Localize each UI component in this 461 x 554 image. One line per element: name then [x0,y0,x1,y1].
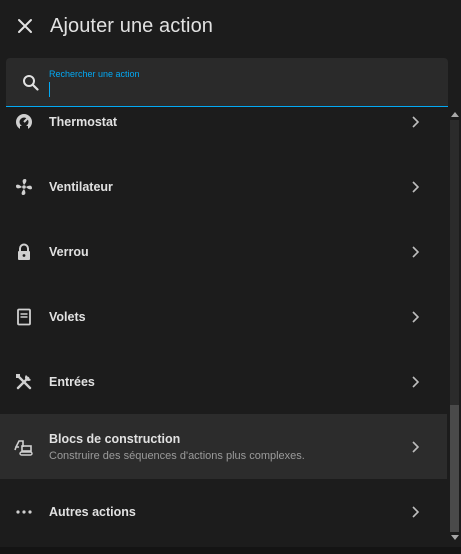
search-label: Rechercher une action [49,69,140,79]
search-icon [23,75,39,91]
item-name: Blocs de construction [49,431,181,446]
item-name: Verrou [49,244,89,259]
scroll-up-arrow[interactable] [451,112,459,117]
scroll-down-arrow[interactable] [451,535,459,540]
chevron-right-icon [412,505,420,518]
tools-icon [14,372,34,392]
item-name: Ventilateur [49,179,113,194]
window-shutter-icon [14,307,34,327]
item-name: Entrées [49,374,95,389]
scrollbar[interactable] [448,107,461,547]
list-item-autres-actions[interactable]: Autres actions [0,479,447,544]
list-item-volets[interactable]: Volets [0,284,447,349]
item-description: Construire des séquences d'actions plus … [49,449,305,462]
list-item-blocs-de-construction[interactable]: Blocs de construction Construire des séq… [0,414,447,479]
list-item-entrees[interactable]: Entrées [0,349,447,414]
chevron-right-icon [412,115,420,128]
chevron-right-icon [412,310,420,323]
excavator-icon [14,437,34,457]
fan-icon [14,177,34,197]
dialog-header: Ajouter une action [0,0,461,52]
chevron-right-icon [412,245,420,258]
chevron-right-icon [412,180,420,193]
lock-icon [14,242,34,262]
close-button[interactable] [15,16,35,36]
chevron-right-icon [412,440,420,453]
chevron-right-icon [412,375,420,388]
text-cursor [49,82,50,97]
dots-horizontal-icon [14,502,34,522]
search-field[interactable]: Rechercher une action [6,58,448,107]
item-name: Thermostat [49,114,118,129]
list-item-verrou[interactable]: Verrou [0,219,447,284]
item-name: Autres actions [49,504,136,519]
item-name: Volets [49,309,86,324]
thermostat-icon [14,112,34,132]
scrollbar-thumb[interactable] [450,405,459,532]
dialog-title: Ajouter une action [50,14,214,37]
list-item-ventilateur[interactable]: Ventilateur [0,154,447,219]
list-item-thermostat[interactable]: Thermostat [0,107,447,154]
action-list: Thermostat Ventilateur Verrou Volets Ent… [0,107,447,547]
search-input[interactable] [49,80,429,98]
dialog-bottom-edge [0,547,461,554]
close-icon [18,19,32,33]
